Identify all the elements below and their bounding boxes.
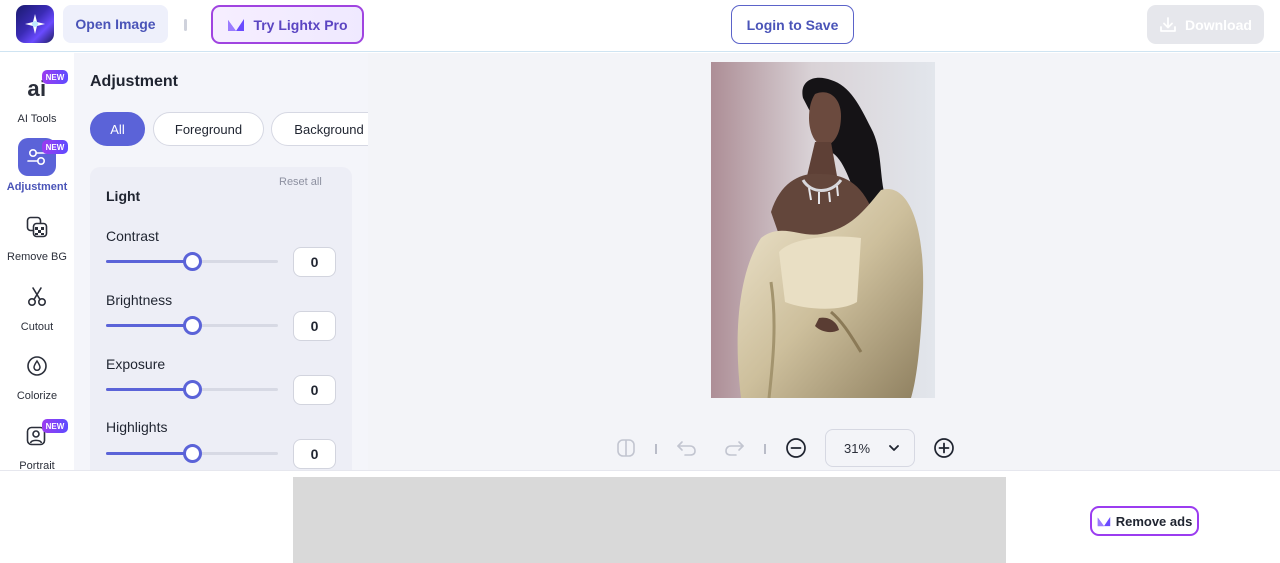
contrast-value-input[interactable]: 0 [293, 247, 336, 277]
chip-background[interactable]: Background [271, 112, 368, 146]
rail-label: Cutout [20, 321, 54, 333]
zoom-value: 31% [844, 441, 871, 456]
exposure-value-input[interactable]: 0 [293, 375, 336, 405]
panel-title: Adjustment [90, 73, 178, 90]
canvas-toolbar: 31% [368, 428, 1280, 468]
ad-placeholder[interactable] [293, 477, 1006, 563]
highlights-value-input[interactable]: 0 [293, 439, 336, 469]
chevron-down-icon [889, 445, 899, 451]
slider-fill [106, 452, 192, 455]
undo-icon[interactable] [675, 437, 697, 459]
slider-label-brightness: Brightness [106, 292, 173, 308]
toolbar-divider [655, 444, 657, 454]
zoom-out-icon[interactable] [785, 437, 807, 459]
rail-item-adjustment[interactable]: NEW Adjustment [0, 138, 74, 204]
lightx-logo[interactable] [16, 5, 54, 43]
redo-icon[interactable] [724, 437, 746, 459]
zoom-select[interactable]: 31% [825, 429, 915, 467]
remove-ads-label: Remove ads [1115, 513, 1193, 529]
toolbar-divider [764, 444, 766, 454]
exposure-slider[interactable] [106, 380, 278, 399]
slider-thumb[interactable] [183, 252, 202, 271]
slider-label-exposure: Exposure [106, 356, 166, 372]
divider [184, 19, 187, 31]
open-image-button[interactable]: Open Image [63, 5, 168, 43]
tool-rail: ai NEW AI Tools NEW Adjustment Remove BG [0, 53, 74, 472]
download-icon [1160, 16, 1176, 32]
scissors-icon [18, 278, 56, 316]
try-pro-button[interactable]: Try Lightx Pro [211, 5, 364, 44]
new-badge: NEW [42, 140, 68, 154]
colorize-drop-icon [18, 347, 56, 385]
rail-label: Remove BG [7, 251, 67, 263]
light-section-card: Light Reset all Contrast 0 Brightness 0 … [90, 167, 352, 470]
reset-all-link[interactable]: Reset all [279, 176, 322, 188]
rail-label: Adjustment [6, 181, 68, 193]
slider-fill [106, 324, 192, 327]
slider-thumb[interactable] [183, 380, 202, 399]
remove-bg-icon [18, 208, 56, 246]
slider-label-contrast: Contrast [106, 228, 159, 244]
highlights-slider[interactable] [106, 444, 278, 463]
rail-item-remove-bg[interactable]: Remove BG [0, 208, 74, 274]
rail-item-colorize[interactable]: Colorize [0, 347, 74, 413]
slider-label-highlights: Highlights [106, 419, 168, 435]
brightness-slider[interactable] [106, 316, 278, 335]
brightness-value-input[interactable]: 0 [293, 311, 336, 341]
download-button[interactable]: Download [1147, 5, 1264, 44]
download-label: Download [1185, 16, 1252, 33]
slider-thumb[interactable] [183, 444, 202, 463]
slider-thumb[interactable] [183, 316, 202, 335]
chip-all[interactable]: All [90, 112, 145, 146]
compare-icon[interactable] [615, 437, 637, 459]
slider-fill [106, 260, 192, 263]
remove-ads-button[interactable]: Remove ads [1090, 506, 1199, 536]
top-bar: Open Image Try Lightx Pro Login to Save … [0, 0, 1280, 52]
sparkle-icon [25, 14, 45, 34]
editor-canvas[interactable]: 31% [368, 53, 1280, 470]
rail-label: AI Tools [17, 113, 57, 125]
pro-crown-icon [1097, 516, 1110, 526]
try-pro-label: Try Lightx Pro [253, 16, 348, 33]
pro-crown-icon [228, 18, 245, 31]
section-title: Light [106, 188, 141, 204]
rail-label: Colorize [16, 390, 58, 402]
slider-fill [106, 388, 192, 391]
login-to-save-button[interactable]: Login to Save [731, 5, 854, 44]
rail-item-ai-tools[interactable]: ai NEW AI Tools [0, 70, 74, 136]
rail-item-cutout[interactable]: Cutout [0, 278, 74, 344]
adjustment-panel: Adjustment All Foreground Background Lig… [74, 53, 368, 470]
chip-foreground[interactable]: Foreground [153, 112, 264, 146]
portrait-photo-image [711, 62, 935, 398]
new-badge: NEW [42, 70, 68, 84]
contrast-slider[interactable] [106, 252, 278, 271]
zoom-in-icon[interactable] [933, 437, 955, 459]
new-badge: NEW [42, 419, 68, 433]
edited-photo[interactable] [711, 62, 935, 398]
ad-footer: Remove ads [0, 470, 1280, 563]
